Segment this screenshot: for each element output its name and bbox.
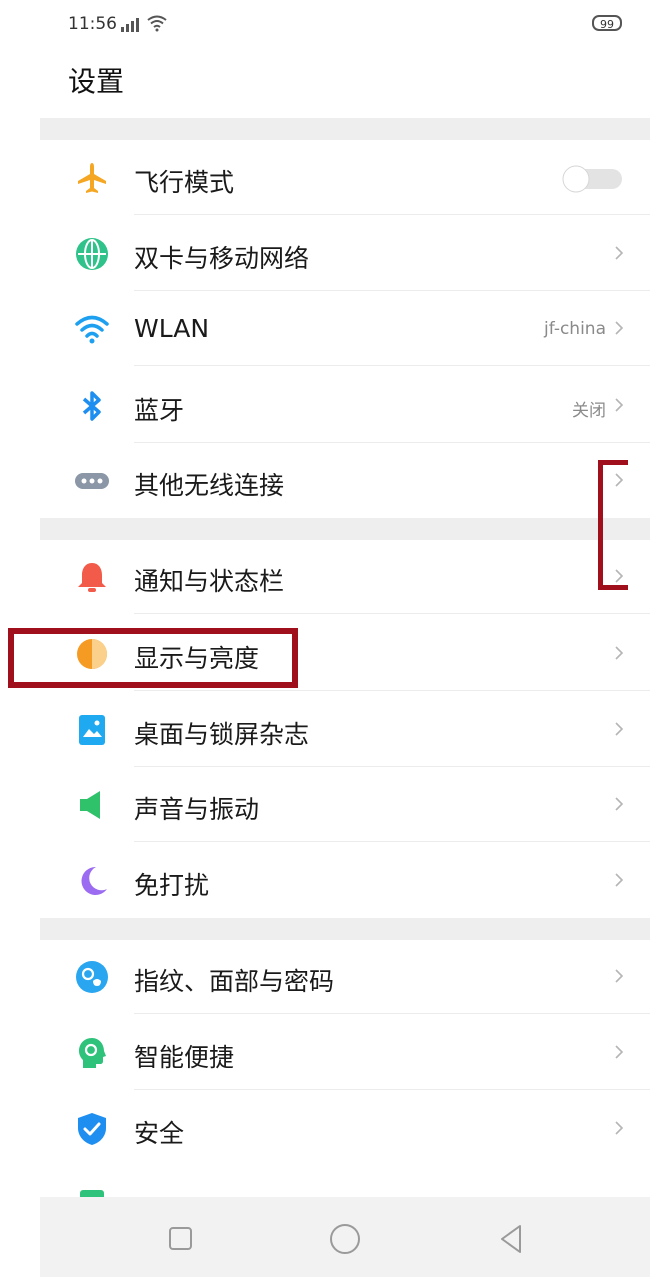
bluetooth-icon — [82, 391, 101, 421]
chevron-right-icon — [615, 246, 624, 260]
section-divider — [40, 918, 650, 940]
chevron-right-icon — [615, 969, 624, 983]
settings-item-security[interactable]: 安全 — [40, 1092, 650, 1166]
settings-item-label: 智能便捷 — [134, 1043, 235, 1072]
chevron-right-icon — [615, 797, 624, 811]
highlight-box-edge — [598, 460, 628, 590]
settings-item-airplane-mode[interactable]: 飞行模式 — [40, 141, 650, 215]
bluetooth-status-value: 关闭 — [572, 401, 606, 421]
wallpaper-icon — [79, 715, 105, 745]
settings-item-label: 安全 — [134, 1119, 185, 1148]
row-divider — [134, 766, 650, 767]
wifi-status-icon — [147, 15, 167, 32]
moon-icon — [81, 866, 107, 895]
row-divider — [134, 613, 650, 614]
settings-item-fingerprint-face-password[interactable]: 指纹、面部与密码 — [40, 940, 650, 1014]
home-button[interactable] — [325, 1219, 365, 1259]
settings-item-other-wireless[interactable]: 其他无线连接 — [40, 444, 650, 518]
page-title: 设置 — [68, 65, 125, 98]
status-bar: 11:56 99 — [40, 0, 650, 50]
settings-item-wlan[interactable]: WLAN jf-china — [40, 292, 650, 366]
globe-icon — [76, 238, 108, 270]
settings-item-label: 蓝牙 — [134, 396, 185, 425]
more-icon — [75, 473, 109, 489]
settings-item-label: 其他无线连接 — [134, 471, 285, 500]
row-divider — [134, 290, 650, 291]
fingerprint-icon — [76, 961, 108, 993]
recent-apps-button[interactable] — [160, 1219, 200, 1259]
airplane-mode-toggle[interactable] — [558, 165, 624, 193]
battery-icon: 99 — [592, 15, 622, 31]
section-divider — [40, 118, 650, 140]
section-divider — [40, 518, 650, 540]
airplane-icon — [78, 163, 106, 193]
highlight-box-display-brightness — [8, 628, 298, 688]
row-divider — [134, 365, 650, 366]
row-divider — [134, 841, 650, 842]
chevron-right-icon — [615, 646, 624, 660]
shield-icon — [78, 1113, 106, 1145]
settings-item-dual-sim[interactable]: 双卡与移动网络 — [40, 217, 650, 291]
settings-item-label: 桌面与锁屏杂志 — [134, 720, 310, 749]
chevron-right-icon — [615, 873, 624, 887]
smart-icon — [79, 1038, 106, 1068]
row-divider — [134, 1013, 650, 1014]
settings-item-label: WLAN — [134, 314, 210, 343]
settings-item-notifications[interactable]: 通知与状态栏 — [40, 540, 650, 614]
settings-item-do-not-disturb[interactable]: 免打扰 — [40, 844, 650, 918]
bell-icon — [78, 563, 106, 592]
wlan-network-value: jf-china — [544, 319, 606, 339]
status-time: 11:56 — [68, 14, 117, 34]
row-divider — [134, 1089, 650, 1090]
settings-item-smart-convenience[interactable]: 智能便捷 — [40, 1016, 650, 1090]
settings-item-sound-vibration[interactable]: 声音与振动 — [40, 768, 650, 842]
settings-item-label: 通知与状态栏 — [134, 567, 285, 596]
back-button[interactable] — [492, 1219, 532, 1259]
chevron-right-icon — [615, 398, 624, 412]
speaker-icon — [80, 791, 100, 819]
chevron-right-icon — [615, 1121, 624, 1135]
settings-item-label: 飞行模式 — [134, 168, 235, 197]
row-divider — [134, 442, 650, 443]
chevron-right-icon — [615, 1045, 624, 1059]
settings-item-label: 双卡与移动网络 — [134, 244, 310, 273]
row-divider — [134, 690, 650, 691]
row-divider — [134, 214, 650, 215]
signal-icon — [121, 18, 139, 32]
settings-item-desktop-lockscreen[interactable]: 桌面与锁屏杂志 — [40, 693, 650, 767]
settings-item-label: 免打扰 — [134, 871, 210, 900]
chevron-right-icon — [615, 722, 624, 736]
settings-item-label: 声音与振动 — [134, 795, 260, 824]
chevron-right-icon — [615, 321, 624, 335]
wifi-icon — [75, 315, 109, 344]
settings-item-bluetooth[interactable]: 蓝牙 关闭 — [40, 369, 650, 443]
settings-item-label: 指纹、面部与密码 — [134, 967, 335, 996]
navigation-bar — [40, 1197, 650, 1277]
